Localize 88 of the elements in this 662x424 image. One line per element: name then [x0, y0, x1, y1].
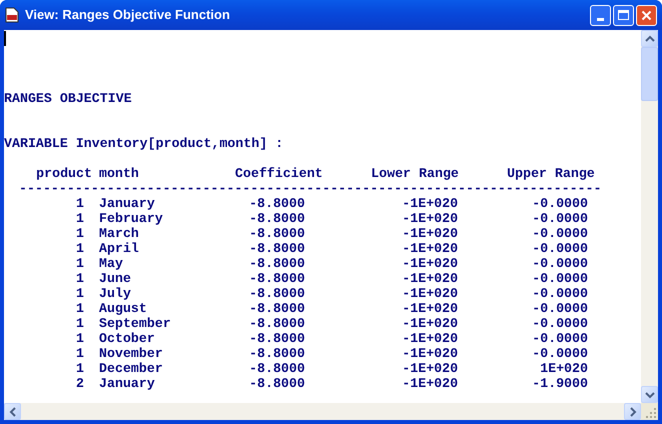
table-cell-text: -1E+020	[401, 286, 458, 301]
table-cell-text: -1E+020	[401, 331, 458, 346]
table-cell-text: -1E+020	[401, 361, 458, 376]
table-cell-text: -1.9000	[531, 376, 588, 391]
report-heading: RANGES OBJECTIVE	[4, 91, 132, 106]
table-cell-text: -1E+020	[401, 241, 458, 256]
table-cell-text: -1E+020	[401, 316, 458, 331]
variable-label: VARIABLE Inventory[product,month] :	[4, 136, 284, 151]
column-header: product	[35, 166, 92, 181]
scroll-left-button[interactable]	[4, 403, 21, 420]
scroll-down-button[interactable]	[641, 386, 658, 403]
table-cell-text: -0.0000	[531, 196, 588, 211]
table-cell-text: 1	[75, 301, 84, 316]
table-cell-text: 1E+020	[539, 361, 588, 376]
table-cell-text: -8.8000	[248, 361, 305, 376]
table-cell-text: -1E+020	[401, 256, 458, 271]
size-grip-icon	[641, 403, 658, 420]
table-cell-text: 2	[75, 376, 84, 391]
table-cell-text: November	[99, 346, 164, 361]
column-header: Lower Range	[371, 166, 460, 181]
table-cell-text: 1	[75, 361, 84, 376]
table-cell-text: 1	[75, 316, 84, 331]
table-cell-text: 1	[75, 286, 84, 301]
table-cell-text: -0.0000	[531, 271, 588, 286]
table-cell-text: December	[99, 361, 164, 376]
scroll-thumb[interactable]	[641, 47, 658, 101]
maximize-button[interactable]	[613, 4, 634, 26]
table-cell-text: February	[99, 211, 164, 226]
table-cell-text: -1E+020	[401, 271, 458, 286]
table-cell-text: -8.8000	[248, 301, 305, 316]
table-cell-text: 1	[75, 196, 84, 211]
close-button[interactable]	[636, 4, 657, 26]
table-cell-text: September	[99, 316, 172, 331]
window-title: View: Ranges Objective Function	[25, 6, 230, 24]
table-cell-text: April	[99, 241, 140, 256]
horizontal-scrollbar[interactable]	[4, 403, 641, 420]
table-cell-text: -8.8000	[248, 286, 305, 301]
table-cell-text: -8.8000	[248, 256, 305, 271]
table-cell-text: -1E+020	[401, 301, 458, 316]
table-cell-text: March	[99, 226, 140, 241]
table-cell-text: 1	[75, 211, 84, 226]
column-header: Coefficient	[235, 166, 324, 181]
document-icon	[5, 7, 19, 23]
scroll-up-button[interactable]	[641, 30, 658, 47]
minimize-button[interactable]	[590, 4, 611, 26]
table-cell-text: -8.8000	[248, 211, 305, 226]
table-cell-text: 1	[75, 241, 84, 256]
table-cell-text: -1E+020	[401, 346, 458, 361]
scroll-right-button[interactable]	[624, 403, 641, 420]
table-cell-text: August	[99, 301, 148, 316]
table-cell-text: -0.0000	[531, 241, 588, 256]
table-cell-text: October	[99, 331, 156, 346]
table-cell-text: -0.0000	[531, 316, 588, 331]
table-cell-text: May	[99, 256, 124, 271]
table-cell-text: -8.8000	[248, 376, 305, 391]
table-cell-text: January	[99, 196, 156, 211]
table-cell-text: 1	[75, 256, 84, 271]
table-cell-text: -1E+020	[401, 211, 458, 226]
table-cell-text: -0.0000	[531, 331, 588, 346]
table-cell-text: -8.8000	[248, 241, 305, 256]
table-cell-text: 1	[75, 271, 84, 286]
column-header: Upper Range	[507, 166, 595, 181]
text-cursor	[4, 31, 6, 46]
table-cell-text: -0.0000	[531, 256, 588, 271]
table-cell-text: -0.0000	[531, 211, 588, 226]
table-cell-text: -1E+020	[401, 376, 458, 391]
table-cell-text: -8.8000	[248, 331, 305, 346]
table-cell-text: -8.8000	[248, 196, 305, 211]
table-cell-text: -1E+020	[401, 226, 458, 241]
vertical-scrollbar[interactable]	[641, 30, 658, 403]
table-cell-text: -0.0000	[531, 226, 588, 241]
table-cell-text: -0.0000	[531, 346, 588, 361]
table-cell-text: 1	[75, 226, 84, 241]
dashed-rule: -------------------------------------------------------------------------	[19, 181, 602, 196]
table-cell-text: 1	[75, 346, 84, 361]
table-cell-text: January	[99, 376, 156, 391]
table-cell-text: -8.8000	[248, 346, 305, 361]
table-cell-text: -8.8000	[248, 271, 305, 286]
table-cell-text: -1E+020	[401, 196, 458, 211]
table-cell-text: July	[99, 286, 132, 301]
table-cell-text: -8.8000	[248, 226, 305, 241]
close-icon	[641, 10, 652, 20]
table-cell-text: -0.0000	[531, 301, 588, 316]
column-header: month	[99, 166, 140, 181]
table-cell-text: 1	[75, 331, 84, 346]
table-cell-text: -0.0000	[531, 286, 588, 301]
table-cell-text: -8.8000	[248, 316, 305, 331]
table-cell-text: June	[99, 271, 132, 286]
